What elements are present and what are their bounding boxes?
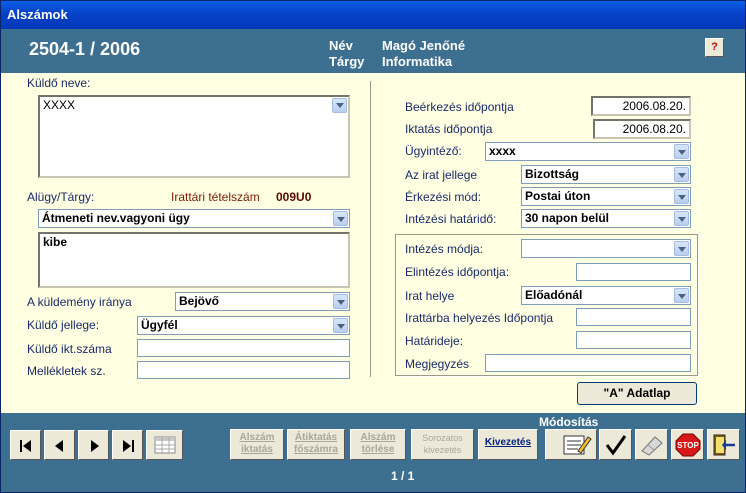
clerk-select[interactable]: xxxx <box>485 142 691 161</box>
arrival-label: Beérkezés időpontja <box>405 100 514 114</box>
location-label: Irat helye <box>405 289 455 303</box>
clerk-label: Ügyintéző: <box>405 144 462 158</box>
subject-text-area[interactable]: kibe <box>38 232 350 288</box>
deadline-value: 30 napon belül <box>525 211 610 225</box>
footer-toolbar: Módosítás Alszám iktatás Átiktatás főszá… <box>1 413 745 492</box>
window-title: Alszámok <box>7 7 68 22</box>
subject-text-value: kibe <box>43 235 68 249</box>
clerk-value: xxxx <box>489 144 516 158</box>
arrival-mode-select[interactable]: Postai úton <box>521 187 691 206</box>
sender-type-select[interactable]: Ügyfél <box>137 316 350 335</box>
filing-label: Iktatás időpontja <box>405 122 493 136</box>
deadline-label: Intézési határidő: <box>405 212 497 226</box>
first-record-button[interactable] <box>10 430 41 460</box>
attachments-label: Mellékletek sz. <box>27 364 106 378</box>
subject-select-value: Átmeneti nev.vagyoni ügy <box>42 211 190 225</box>
delete-subnumber-button[interactable]: Alszám törlése <box>350 429 406 460</box>
title-bar: Alszámok <box>1 1 745 29</box>
column-separator <box>370 81 371 377</box>
refile-main-button[interactable]: Átiktatás főszámra <box>287 429 345 460</box>
sender-ref-input[interactable] <box>137 339 350 357</box>
subject-value: Informatika <box>382 54 453 69</box>
sender-type-dropdown-icon[interactable] <box>333 318 348 333</box>
doc-type-dropdown-icon[interactable] <box>674 167 689 182</box>
exit-button[interactable] <box>707 429 740 460</box>
confirm-button[interactable] <box>599 429 632 460</box>
handling-mode-label: Intézés módja: <box>405 242 484 256</box>
sender-name-label: Küldő neve: <box>27 76 91 90</box>
direction-dropdown-icon[interactable] <box>333 294 348 309</box>
sender-type-value: Ügyfél <box>141 318 178 332</box>
name-label: Név <box>329 38 353 53</box>
prev-record-button[interactable] <box>44 430 75 460</box>
location-dropdown-icon[interactable] <box>674 288 689 303</box>
serial-export-button[interactable]: Sorozatos kivezetés <box>411 429 474 460</box>
clerk-dropdown-icon[interactable] <box>674 144 689 159</box>
sender-name-field[interactable]: XXXX <box>38 95 350 178</box>
archive-date-label: Irattárba helyezés Időpontja <box>405 311 554 325</box>
archive-date-input[interactable] <box>576 308 691 326</box>
stop-icon: STOP <box>675 433 701 457</box>
subnumber-filing-button[interactable]: Alszám iktatás <box>230 429 284 460</box>
main-form: Küldő neve: XXXX Alügy/Tárgy: Irattári t… <box>1 73 745 413</box>
deadline-dropdown-icon[interactable] <box>674 211 689 226</box>
header-bar: 2504-1 / 2006 Név Tárgy Magó Jenőné Info… <box>1 29 745 73</box>
doc-type-select[interactable]: Bizottság <box>521 165 691 184</box>
page-indicator: 1 / 1 <box>391 469 415 483</box>
subject-label: Tárgy <box>329 54 365 69</box>
eraser-icon <box>641 436 663 456</box>
subject-label-left: Alügy/Tárgy: <box>27 190 95 204</box>
stop-button[interactable]: STOP <box>671 429 704 460</box>
handling-mode-select[interactable] <box>521 239 691 258</box>
due-input[interactable] <box>576 331 691 349</box>
case-number: 2504-1 / 2006 <box>29 39 141 59</box>
exit-door-icon <box>713 434 735 456</box>
arrival-mode-label: Érkezési mód: <box>405 190 482 204</box>
file-item-value: 009U0 <box>276 190 312 204</box>
arrival-mode-dropdown-icon[interactable] <box>674 189 689 204</box>
subject-select[interactable]: Átmeneti nev.vagyoni ügy <box>38 209 350 228</box>
svg-text:STOP: STOP <box>677 441 699 450</box>
deadline-select[interactable]: 30 napon belül <box>521 209 691 228</box>
attachments-input[interactable] <box>137 361 350 379</box>
completion-label: Elintézés időpontja: <box>405 265 510 279</box>
edit-form-button[interactable] <box>545 429 597 460</box>
direction-value: Bejövő <box>179 294 220 308</box>
a-datasheet-button[interactable]: "A" Adatlap <box>577 382 697 405</box>
handling-mode-dropdown-icon[interactable] <box>674 241 689 256</box>
next-record-button[interactable] <box>78 430 109 460</box>
subject-dropdown-icon[interactable] <box>333 211 348 226</box>
due-label: Határideje: <box>405 334 464 348</box>
location-value: Előadónál <box>525 288 583 302</box>
last-record-button[interactable] <box>112 430 143 460</box>
checkmark-icon <box>605 435 627 456</box>
sender-name-value: XXXX <box>43 98 76 112</box>
direction-label: A küldemény iránya <box>27 295 132 309</box>
location-select[interactable]: Előadónál <box>521 286 691 305</box>
doc-type-label: Az irat jellege <box>405 168 478 182</box>
modification-label: Módosítás <box>539 415 599 429</box>
filing-date-field[interactable]: 2006.08.20. <box>593 119 691 139</box>
help-button[interactable]: ? <box>705 38 724 57</box>
arrival-mode-value: Postai úton <box>525 189 591 203</box>
eraser-button[interactable] <box>635 429 668 460</box>
grid-view-button[interactable] <box>146 430 183 460</box>
note-input[interactable] <box>485 354 691 372</box>
direction-select[interactable]: Bejövő <box>175 292 350 311</box>
grid-icon <box>154 436 176 454</box>
export-button[interactable]: Kivezetés <box>478 429 538 460</box>
doc-type-value: Bizottság <box>525 167 579 181</box>
arrival-date-field[interactable]: 2006.08.20. <box>591 96 691 116</box>
file-item-label: Irattári tételszám <box>171 190 260 204</box>
completion-input[interactable] <box>576 263 691 281</box>
note-label: Megjegyzés <box>405 357 470 371</box>
sender-name-dropdown-icon[interactable] <box>332 98 347 113</box>
alszamok-window: Alszámok 2504-1 / 2006 Név Tárgy Magó Je… <box>0 0 746 493</box>
edit-form-icon <box>563 435 592 455</box>
name-value: Magó Jenőné <box>382 38 466 53</box>
sender-type-label: Küldő jellege: <box>27 318 100 332</box>
sender-ref-label: Küldő ikt.száma <box>27 342 112 356</box>
